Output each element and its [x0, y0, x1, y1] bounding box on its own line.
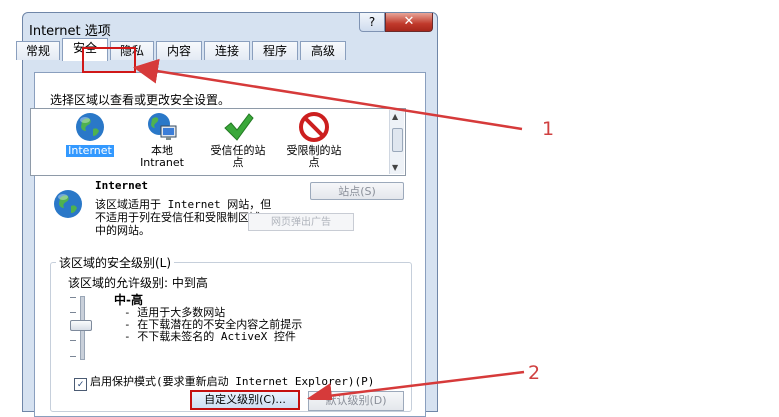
- annotation-label-1: 1: [542, 118, 555, 140]
- annotation-arrows: [133, 58, 525, 400]
- annotation-arrow-1: [133, 58, 523, 131]
- annotation-arrow-2: [307, 370, 525, 400]
- annotation-label-2: 2: [528, 362, 541, 384]
